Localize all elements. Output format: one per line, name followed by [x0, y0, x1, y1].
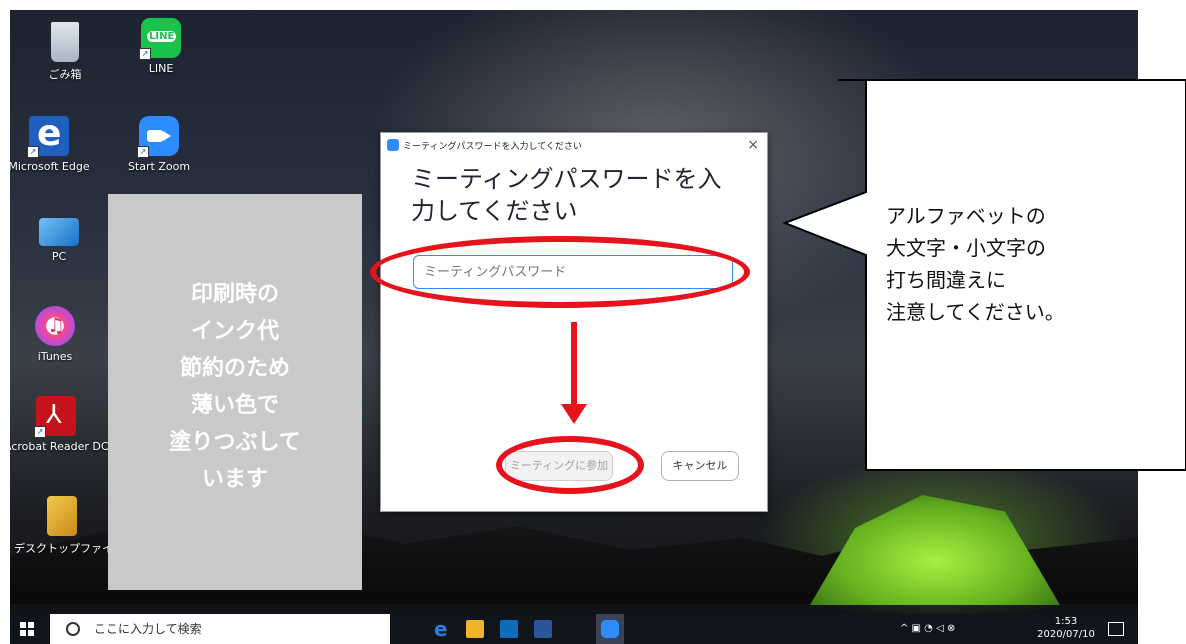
system-tray[interactable]: ^ ▣ ◔ ◁ ⊗: [900, 614, 955, 644]
shortcut-arrow-icon: ↗: [34, 426, 46, 438]
itunes-icon: ♫: [35, 306, 75, 346]
ink-saving-overlay: 印刷時の インク代 節約のため 薄い色で 塗りつぶして います: [108, 194, 362, 590]
shortcut-arrow-icon: ↗: [139, 48, 151, 60]
windows-start-icon[interactable]: [20, 622, 34, 636]
search-placeholder: ここに入力して検索: [94, 622, 202, 636]
desktop-icon-label: Microsoft Edge: [10, 160, 90, 173]
taskbar-clock[interactable]: 1:53 2020/07/10: [1036, 615, 1096, 641]
dialog-heading: ミーティングパスワードを入力してください: [411, 165, 722, 225]
clock-date: 2020/07/10: [1037, 629, 1095, 640]
desktop-icon-edge[interactable]: e ↗ Microsoft Edge: [10, 114, 94, 174]
desktop-icon-desktop-folder[interactable]: デスクトップファイル: [14, 496, 124, 556]
password-field-highlight: [370, 236, 750, 308]
down-arrow: [571, 322, 577, 406]
desktop-icon-label: デスクトップファイル: [14, 542, 124, 555]
ink-saving-note: 印刷時の インク代 節約のため 薄い色で 塗りつぶして います: [169, 282, 301, 492]
zoom-icon[interactable]: [601, 620, 619, 638]
desktop-icon-start-zoom[interactable]: ↗ Start Zoom: [114, 116, 204, 173]
shortcut-arrow-icon: ↗: [27, 146, 39, 158]
desktop-icon-label: PC: [51, 250, 67, 263]
desktop-icon-pc[interactable]: PC: [14, 210, 104, 263]
shortcut-arrow-icon: ↗: [137, 146, 149, 158]
desktop-icon-label: Acrobat Reader DC: [10, 440, 109, 453]
desktop-icon-itunes[interactable]: ♫ iTunes: [10, 306, 100, 363]
down-arrow-head: [561, 404, 587, 424]
clock-time: 1:53: [1054, 616, 1078, 627]
pc-icon: [39, 218, 79, 246]
line-app-icon: LINE ↗: [139, 18, 181, 60]
mail-icon[interactable]: [500, 620, 518, 638]
line-badge-text: LINE: [147, 31, 177, 42]
desktop-icon-label: LINE: [148, 62, 174, 75]
word-icon[interactable]: [534, 620, 552, 638]
taskbar: ここに入力して検索 e ^ ▣ ◔ ◁ ⊗ 1:53 2020/07/10: [10, 614, 1138, 644]
taskbar-search-box[interactable]: ここに入力して検索: [50, 614, 390, 644]
desktop-icon-label: ごみ箱: [48, 68, 82, 81]
desktop-icon-label: iTunes: [37, 350, 73, 363]
tent-image: [810, 495, 1060, 605]
desktop-icon-acrobat[interactable]: ⅄ ↗ Acrobat Reader DC: [10, 396, 109, 453]
join-button-highlight: [496, 436, 644, 494]
file-explorer-icon[interactable]: [466, 620, 484, 638]
cancel-button[interactable]: キャンセル: [661, 451, 739, 481]
desktop-icon-recycle-bin[interactable]: ごみ箱: [20, 22, 110, 82]
desktop-icon-label: Start Zoom: [127, 160, 191, 173]
dialog-titlebar: ミーティングパスワードを入力してください ×: [381, 133, 767, 159]
zoom-icon: [387, 139, 399, 151]
acrobat-icon: ⅄ ↗: [34, 396, 76, 438]
dialog-window-title: ミーティングパスワードを入力してください: [403, 142, 582, 152]
recycle-bin-icon: [51, 22, 79, 62]
close-icon[interactable]: ×: [747, 137, 759, 153]
notification-icon[interactable]: [1108, 622, 1124, 636]
folder-icon: [47, 496, 77, 536]
search-icon: [66, 622, 80, 636]
zoom-icon: ↗: [137, 116, 179, 158]
edge-icon: e ↗: [27, 114, 69, 158]
callout-text: アルファベットの 大文字・小文字の 打ち間違えに 注意してください。: [886, 204, 1065, 324]
edge-icon[interactable]: e: [434, 619, 452, 639]
desktop-icon-line[interactable]: LINE ↗ LINE: [116, 18, 206, 75]
